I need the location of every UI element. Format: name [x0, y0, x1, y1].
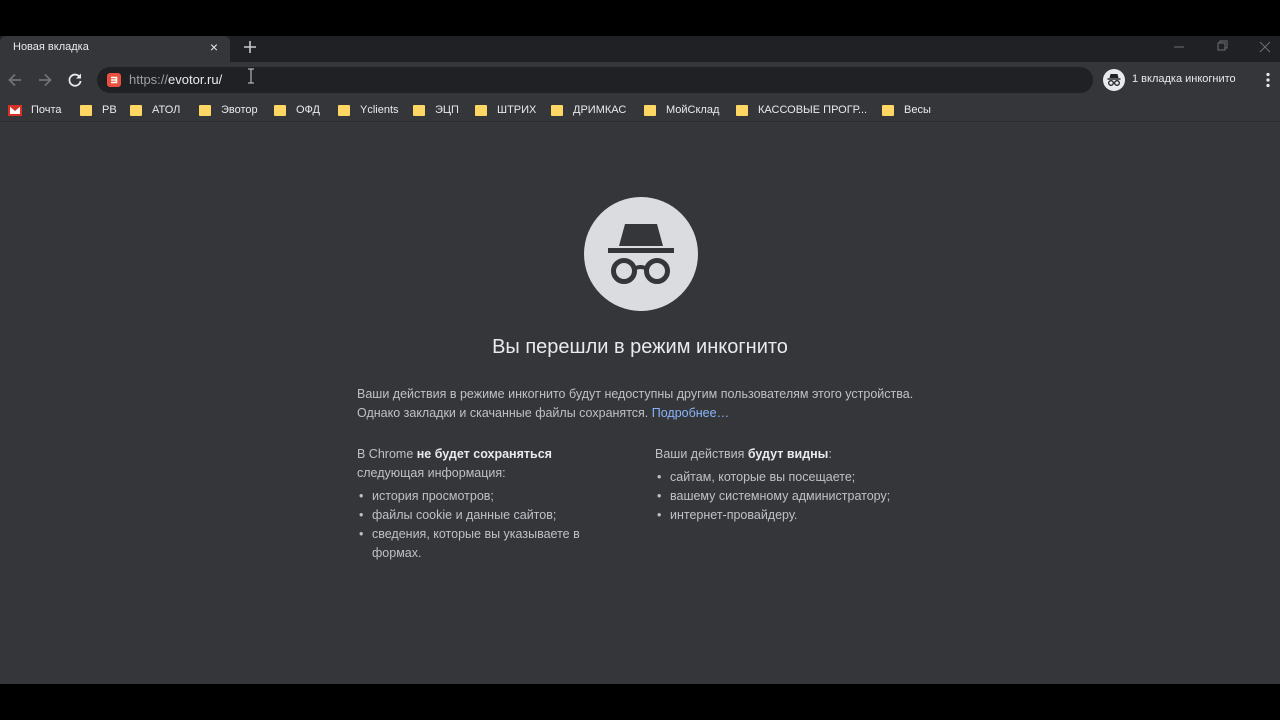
- browser-window: Новая вкладка × https://evotor.ru/ 1 вкл…: [0, 36, 1280, 684]
- address-bar[interactable]: https://evotor.ru/: [97, 67, 1093, 93]
- forward-icon[interactable]: [35, 70, 55, 90]
- new-tab-icon[interactable]: [242, 39, 258, 55]
- folder-icon: [274, 104, 286, 116]
- bookmark-moysklad[interactable]: МойСклад: [644, 102, 719, 118]
- incognito-indicator[interactable]: 1 вкладка инкогнито: [1100, 66, 1246, 94]
- folder-icon: [80, 104, 92, 116]
- visible-to-heading: Ваши действия будут видны:: [655, 447, 832, 461]
- url-host: evotor.ru/: [168, 72, 223, 87]
- list-item: файлы cookie и данные сайтов;: [357, 506, 617, 525]
- incognito-hero-icon: [584, 197, 698, 311]
- letterbox-bottom: [0, 684, 1280, 720]
- bookmark-ofd[interactable]: ОФД: [274, 102, 320, 118]
- url-text[interactable]: https://evotor.ru/: [129, 72, 222, 87]
- tab-close-icon[interactable]: ×: [207, 40, 221, 54]
- incognito-icon: [1103, 69, 1125, 91]
- back-icon[interactable]: [5, 70, 25, 90]
- list-item: интернет-провайдеру.: [655, 506, 945, 525]
- bookmark-kassovye[interactable]: КАССОВЫЕ ПРОГР...: [736, 102, 867, 118]
- folder-icon: [413, 104, 425, 116]
- folder-icon: [551, 104, 563, 116]
- restore-icon[interactable]: [1207, 38, 1237, 56]
- bookmark-rv[interactable]: РВ: [80, 102, 117, 118]
- letterbox-top: [0, 0, 1280, 36]
- incognito-page: Вы перешли в режим инкогнито Ваши действ…: [0, 123, 1280, 684]
- intro-text: Ваши действия в режиме инкогнито будут н…: [357, 387, 914, 420]
- bookmarks-bar: Почта РВ АТОЛ Эвотор ОФД Yclients ЭЦП ШТ…: [0, 98, 1280, 122]
- gmail-icon: [8, 104, 22, 116]
- url-scheme: https://: [129, 72, 169, 87]
- toolbar: https://evotor.ru/ 1 вкладка инкогнито: [0, 62, 1280, 98]
- not-saved-list: история просмотров; файлы cookie и данны…: [357, 487, 617, 563]
- list-item: вашему системному администратору;: [655, 487, 945, 506]
- page-title: Вы перешли в режим инкогнито: [492, 336, 788, 358]
- bookmark-shtrih[interactable]: ШТРИХ: [475, 102, 536, 118]
- not-saved-section: В Chrome не будет сохраняться следующая и…: [357, 445, 617, 563]
- site-favicon-icon: [107, 73, 121, 87]
- list-item: сайтам, которые вы посещаете;: [655, 468, 945, 487]
- bookmark-pochta[interactable]: Почта: [8, 102, 62, 118]
- bookmark-ecp[interactable]: ЭЦП: [413, 102, 459, 118]
- bookmark-yclients[interactable]: Yclients: [338, 102, 399, 118]
- bookmark-vesy[interactable]: Весы: [882, 102, 931, 118]
- not-saved-heading: В Chrome не будет сохраняться следующая и…: [357, 447, 552, 480]
- tab-new-tab[interactable]: Новая вкладка ×: [0, 36, 230, 62]
- bookmark-atol[interactable]: АТОЛ: [130, 102, 180, 118]
- list-item: история просмотров;: [357, 487, 617, 506]
- folder-icon: [475, 104, 487, 116]
- intro-paragraph: Ваши действия в режиме инкогнито будут н…: [357, 385, 917, 423]
- bookmark-evotor[interactable]: Эвотор: [199, 102, 258, 118]
- bookmark-dreamkas[interactable]: ДРИМКАС: [551, 102, 626, 118]
- more-menu-icon[interactable]: [1258, 70, 1278, 90]
- close-window-icon[interactable]: [1250, 38, 1280, 56]
- visible-to-list: сайтам, которые вы посещаете; вашему сис…: [655, 468, 945, 525]
- folder-icon: [882, 104, 894, 116]
- text-cursor-icon: [248, 68, 254, 84]
- folder-icon: [736, 104, 748, 116]
- visible-to-section: Ваши действия будут видны: сайтам, котор…: [655, 445, 945, 525]
- folder-icon: [644, 104, 656, 116]
- folder-icon: [199, 104, 211, 116]
- incognito-label: 1 вкладка инкогнито: [1132, 73, 1236, 85]
- folder-icon: [338, 104, 350, 116]
- list-item: сведения, которые вы указываете в формах…: [357, 525, 617, 563]
- reload-icon[interactable]: [65, 70, 85, 90]
- tab-strip: Новая вкладка ×: [0, 36, 1280, 62]
- minimize-icon[interactable]: [1164, 38, 1194, 56]
- learn-more-link[interactable]: Подробнее…: [652, 406, 729, 420]
- folder-icon: [130, 104, 142, 116]
- tab-title: Новая вкладка: [13, 41, 89, 53]
